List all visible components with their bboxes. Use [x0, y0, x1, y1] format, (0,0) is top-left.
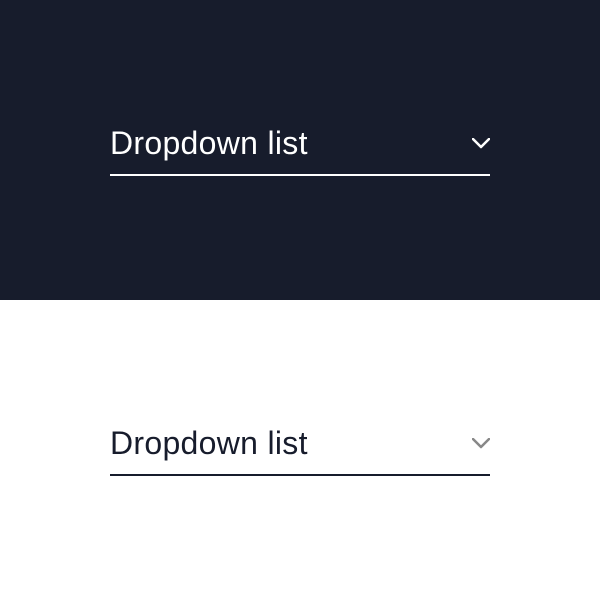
dark-theme-panel: Dropdown list [0, 0, 600, 300]
chevron-down-icon [472, 138, 490, 149]
dropdown-label: Dropdown list [110, 425, 308, 462]
chevron-down-icon [472, 438, 490, 449]
dropdown-light[interactable]: Dropdown list [110, 425, 490, 476]
light-theme-panel: Dropdown list [0, 300, 600, 600]
dropdown-dark[interactable]: Dropdown list [110, 125, 490, 176]
dropdown-label: Dropdown list [110, 125, 308, 162]
